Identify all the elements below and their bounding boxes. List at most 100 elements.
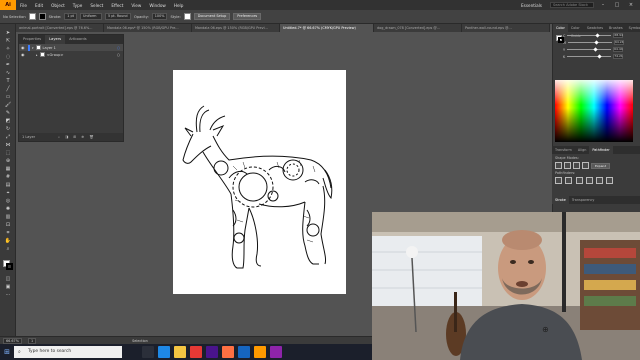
new-sublayer-icon[interactable]: ⊞ — [73, 135, 76, 139]
slider-knob[interactable] — [595, 32, 600, 38]
tab-color-guide[interactable]: Color Guide — [568, 24, 584, 38]
doc-tab-active[interactable]: Untitled-7* @ 66.67% (CMYK/GPU Preview) — [280, 24, 374, 32]
menu-file[interactable]: File — [16, 3, 31, 8]
stock-search-input[interactable]: Search Adobe Stock — [550, 2, 594, 8]
make-clipping-mask-icon[interactable]: ◨ — [65, 135, 68, 139]
eyedropper-tool-icon[interactable]: ⌖ — [4, 190, 12, 196]
tab-layers[interactable]: Layers — [45, 35, 66, 44]
layer-name[interactable]: Layer 1 — [43, 46, 56, 50]
store-icon[interactable] — [206, 346, 218, 358]
tab-stroke[interactable]: Stroke — [552, 196, 569, 204]
expand-button[interactable]: Expand — [591, 162, 611, 169]
magic-wand-tool-icon[interactable]: ✧ — [4, 46, 12, 52]
opacity-field[interactable]: 100% — [151, 13, 168, 20]
menu-object[interactable]: Object — [47, 3, 69, 8]
windows-start-icon[interactable]: ⊞ — [0, 344, 14, 360]
menu-type[interactable]: Type — [69, 3, 87, 8]
doc-tab[interactable]: dog_drawn_078 [Converted].eps @... — [374, 24, 462, 32]
intersect-icon[interactable] — [573, 162, 580, 169]
zoom-tool-icon[interactable]: ⌕ — [4, 246, 12, 252]
task-view-icon[interactable] — [142, 346, 154, 358]
menu-edit[interactable]: Edit — [31, 3, 47, 8]
unite-icon[interactable] — [555, 162, 562, 169]
visibility-eye-icon[interactable]: ◉ — [21, 52, 26, 57]
zoom-field[interactable]: 66.67% — [3, 337, 22, 344]
locate-object-icon[interactable]: ⌕ — [58, 135, 60, 139]
outline-icon[interactable] — [596, 177, 604, 184]
cyan-slider[interactable] — [567, 32, 612, 38]
tab-properties[interactable]: Properties — [19, 35, 45, 44]
edge-icon[interactable] — [158, 346, 170, 358]
yellow-value[interactable]: 64.44 — [613, 47, 624, 52]
premiere-taskbar-icon[interactable] — [270, 346, 282, 358]
menu-select[interactable]: Select — [86, 3, 107, 8]
pen-tool-icon[interactable]: ✒ — [4, 62, 12, 68]
slider-knob[interactable] — [597, 53, 602, 59]
blend-tool-icon[interactable]: ◎ — [4, 198, 12, 204]
current-tool-status[interactable]: Selection — [132, 339, 148, 343]
mesh-tool-icon[interactable]: # — [4, 174, 12, 180]
tab-align[interactable]: Align — [575, 146, 590, 154]
tab-transform[interactable]: Transform — [552, 146, 575, 154]
tab-symbols[interactable]: Symbols — [626, 24, 640, 32]
slider-knob[interactable] — [594, 39, 599, 45]
selection-tool-icon[interactable]: ➤ — [4, 30, 12, 36]
stroke-swatch[interactable] — [38, 13, 46, 20]
trim-icon[interactable] — [565, 177, 573, 184]
black-value[interactable]: 74.21 — [613, 54, 624, 59]
stroke-profile-select[interactable]: Uniform — [79, 13, 102, 20]
tab-color[interactable]: Color — [553, 24, 568, 32]
menu-help[interactable]: Help — [170, 3, 188, 8]
tab-transparency[interactable]: Transparency — [569, 196, 598, 204]
brush-select[interactable]: 5 pt. Round — [104, 13, 131, 20]
group-row[interactable]: ◉ ▸ <Group> ○ — [19, 51, 123, 58]
file-explorer-icon[interactable] — [174, 346, 186, 358]
stroke-weight-field[interactable]: 1 pt — [64, 13, 77, 20]
cyan-value[interactable]: 68.94 — [613, 33, 624, 38]
workspace-switcher[interactable]: Essentials — [517, 3, 546, 8]
illustrator-taskbar-icon[interactable] — [254, 346, 266, 358]
artboard-navigator[interactable]: 1 — [27, 337, 37, 344]
draw-mode-icon[interactable]: ◫ — [4, 276, 12, 282]
graph-tool-icon[interactable]: ▥ — [4, 214, 12, 220]
rotate-tool-icon[interactable]: ↻ — [4, 126, 12, 132]
doc-tab[interactable]: Mandala 06.eps @ 150% (RGB/GPU Previ... — [192, 24, 280, 32]
line-tool-icon[interactable]: ╱ — [4, 86, 12, 92]
tab-pathfinder[interactable]: Pathfinder — [589, 146, 613, 154]
slider-knob[interactable] — [593, 46, 598, 52]
doc-tab[interactable]: Mandala 06.eps* @ 150% (RGB/GPU Pre... — [104, 24, 192, 32]
tab-brushes[interactable]: Brushes — [606, 24, 626, 32]
width-tool-icon[interactable]: ⋈ — [4, 142, 12, 148]
magenta-slider[interactable] — [567, 39, 612, 45]
minus-front-icon[interactable] — [564, 162, 571, 169]
fill-swatch[interactable] — [28, 13, 36, 20]
new-layer-icon[interactable]: ⊕ — [81, 135, 84, 139]
expand-chevron-icon[interactable]: ▾ — [32, 46, 34, 50]
black-slider[interactable] — [567, 53, 612, 59]
direct-selection-tool-icon[interactable]: ⇱ — [4, 38, 12, 44]
perspective-grid-tool-icon[interactable]: ▦ — [4, 166, 12, 172]
shaper-tool-icon[interactable]: ✎ — [4, 110, 12, 116]
taskbar-search[interactable]: ⌕ Type here to search — [14, 346, 122, 358]
close-icon[interactable]: × — [626, 2, 636, 8]
preferences-button[interactable]: Preferences — [233, 13, 262, 20]
app-icon[interactable] — [238, 346, 250, 358]
target-circle-icon[interactable]: ○ — [117, 53, 120, 57]
crop-icon[interactable] — [585, 177, 593, 184]
eraser-tool-icon[interactable]: ◩ — [4, 118, 12, 124]
layer-row[interactable]: ◉ ▾ Layer 1 ○ — [19, 44, 123, 51]
target-circle-icon[interactable]: ○ — [117, 46, 120, 50]
rectangle-tool-icon[interactable]: ▭ — [4, 94, 12, 100]
paintbrush-tool-icon[interactable]: 🖌 — [4, 102, 12, 108]
screen-mode-icon[interactable]: ▣ — [4, 284, 12, 290]
minimize-icon[interactable]: – — [598, 2, 608, 8]
tab-artboards[interactable]: Artboards — [65, 35, 91, 44]
menu-window[interactable]: Window — [145, 3, 170, 8]
lasso-tool-icon[interactable]: ◌ — [4, 54, 12, 60]
edit-toolbar-icon[interactable]: ⋯ — [4, 292, 12, 298]
yellow-slider[interactable] — [567, 46, 612, 52]
menu-view[interactable]: View — [127, 3, 145, 8]
artboard-tool-icon[interactable]: ⊡ — [4, 222, 12, 228]
expand-chevron-icon[interactable]: ▸ — [36, 53, 38, 57]
minus-back-icon[interactable] — [606, 177, 614, 184]
